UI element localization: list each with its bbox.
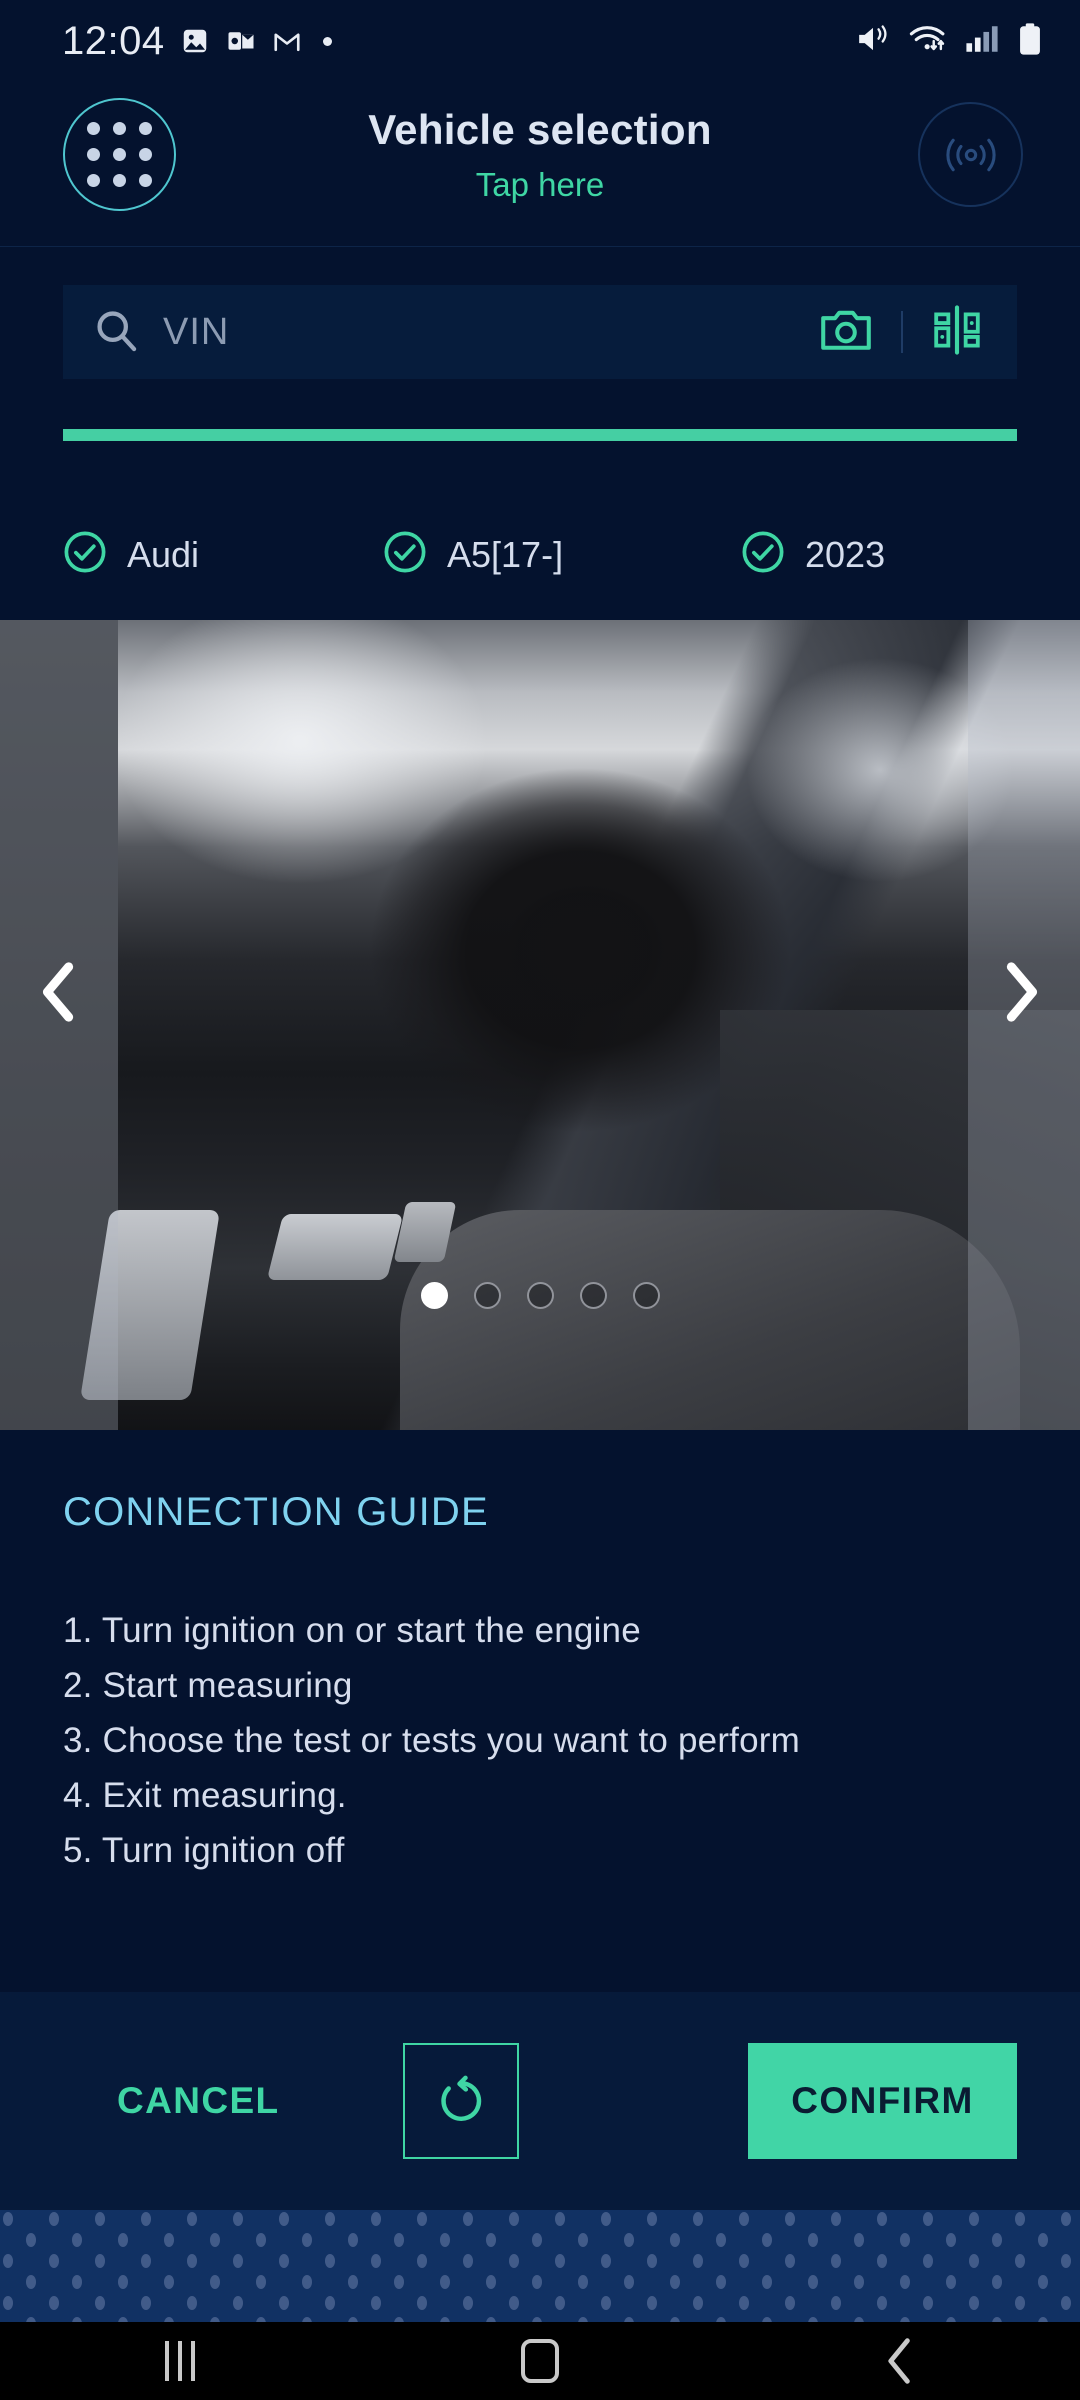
vehicle-tag-label: Audi (127, 533, 200, 575)
refresh-icon[interactable] (402, 2043, 519, 2159)
back-icon[interactable] (720, 2337, 1080, 2385)
carousel-dot[interactable] (420, 1282, 448, 1309)
decorative-dot-footer (0, 2210, 1080, 2322)
check-circle-icon (63, 530, 107, 579)
footer-dot-pattern (0, 2210, 1080, 2322)
search-icon (93, 307, 139, 358)
selection-progress-bar (63, 429, 1017, 441)
check-circle-icon (741, 530, 785, 579)
check-circle-icon (383, 530, 427, 579)
gallery-icon (179, 25, 211, 57)
status-bar: 12:04 (0, 0, 1080, 82)
wireless-connect-icon[interactable] (918, 102, 1023, 207)
chevron-left-icon[interactable] (19, 952, 99, 1032)
vehicle-image-carousel[interactable] (0, 620, 1080, 1430)
vehicle-tag-label: 2023 (805, 533, 886, 575)
home-icon[interactable] (360, 2339, 720, 2383)
gmail-icon (271, 25, 303, 57)
selection-progress-fill (63, 429, 1017, 441)
carousel-pagination (0, 1282, 1080, 1309)
guide-step: 3. Choose the test or tests you want to … (63, 1721, 800, 1760)
vehicle-tag-model[interactable]: A5[17-] (383, 530, 741, 579)
notification-dot-icon (322, 36, 332, 46)
vehicle-tag-label: A5[17-] (447, 533, 564, 575)
outlook-icon (225, 25, 257, 57)
app-root: 12:04 Vehicle selection Tap here VIN Aud… (0, 0, 1080, 2400)
vin-search-bar[interactable]: VIN (63, 285, 1017, 379)
header-title-block: Vehicle selection Tap here (0, 82, 1080, 204)
status-bar-right (855, 22, 1044, 61)
guide-step: 1. Turn ignition on or start the engine (63, 1611, 641, 1650)
mute-vibrate-icon (855, 23, 891, 60)
confirm-button[interactable]: CONFIRM (748, 2043, 1017, 2159)
search-divider (901, 311, 903, 353)
wifi-icon (908, 23, 948, 60)
system-navigation-bar (0, 2322, 1080, 2400)
carousel-dot[interactable] (632, 1282, 660, 1309)
vin-search-section: VIN (0, 247, 1080, 441)
camera-icon[interactable] (819, 306, 873, 359)
header-subtitle[interactable]: Tap here (0, 166, 1080, 204)
chevron-right-icon[interactable] (981, 952, 1061, 1032)
image-detail-pedal-brake (266, 1214, 404, 1280)
vehicle-selection-tags: Audi A5[17-] 2023 (63, 530, 1017, 579)
cellular-signal-icon (965, 23, 999, 60)
image-detail-seat (400, 1210, 1020, 1430)
connection-guide-steps: 1. Turn ignition on or start the engine … (0, 1535, 1080, 1878)
status-bar-left: 12:04 (62, 19, 332, 64)
vehicle-tag-year[interactable]: 2023 (741, 530, 885, 579)
status-time: 12:04 (62, 18, 165, 63)
carousel-dot[interactable] (473, 1282, 501, 1309)
app-header: Vehicle selection Tap here (0, 82, 1080, 247)
guide-step: 5. Turn ignition off (63, 1831, 345, 1870)
connection-guide-title: CONNECTION GUIDE (63, 1490, 489, 1534)
vin-search-input[interactable]: VIN (163, 311, 819, 354)
connection-guide-section: CONNECTION GUIDE 1. Turn ignition on or … (0, 1430, 1080, 1992)
vehicle-tag-make[interactable]: Audi (63, 530, 383, 579)
carousel-dot[interactable] (579, 1282, 607, 1309)
recents-icon[interactable] (0, 2341, 360, 2381)
guide-step: 2. Start measuring (63, 1666, 353, 1705)
battery-icon (1016, 22, 1044, 61)
cancel-button[interactable]: CANCEL (117, 2080, 280, 2122)
carousel-dot[interactable] (526, 1282, 554, 1309)
guide-step: 4. Exit measuring. (63, 1776, 347, 1815)
action-bar: CANCEL CONFIRM (0, 1992, 1080, 2210)
barcode-scan-icon[interactable] (931, 304, 983, 361)
